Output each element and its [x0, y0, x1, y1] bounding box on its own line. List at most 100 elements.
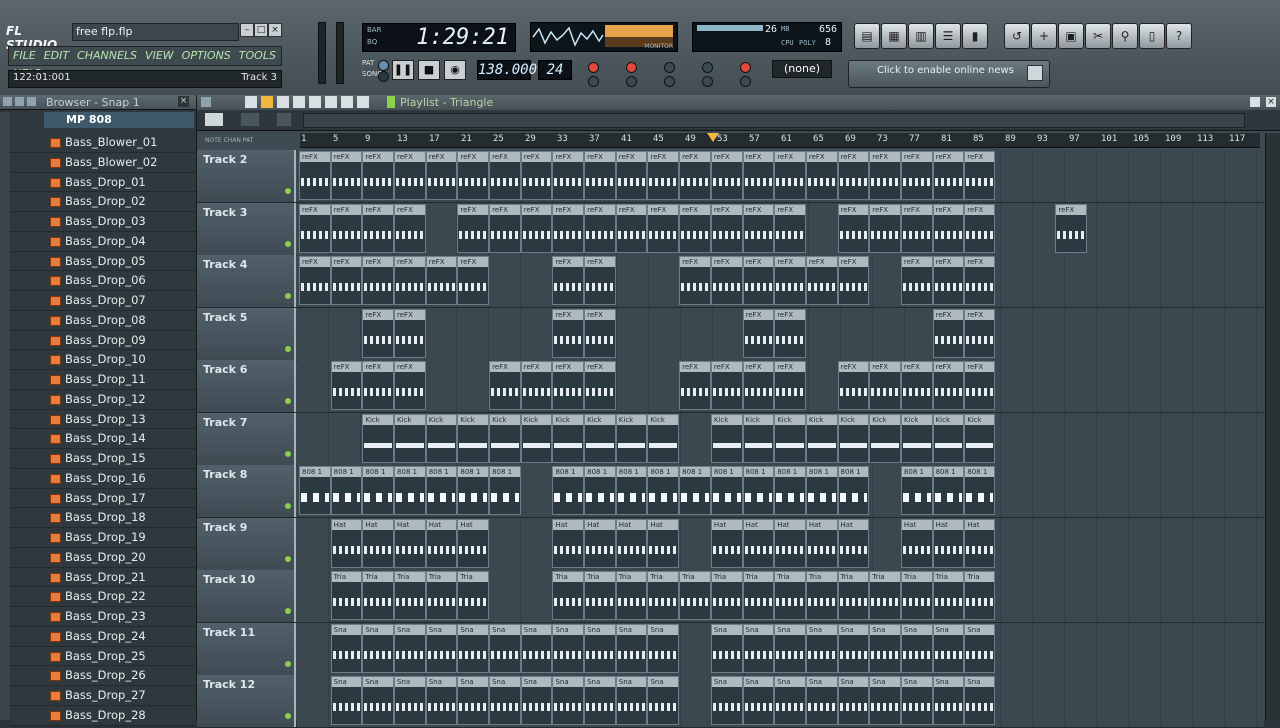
pattern-clip[interactable]: reFX	[584, 151, 616, 200]
playlist-maximize-icon[interactable]	[1250, 97, 1260, 107]
pattern-clip[interactable]: Hat	[742, 518, 775, 568]
pattern-clip[interactable]: 808 1	[615, 466, 648, 515]
browser-file-item[interactable]: Bass_Drop_19	[10, 528, 196, 548]
browser-file-item[interactable]: Bass_Drop_15	[10, 449, 196, 469]
pattern-clip[interactable]: reFX	[774, 256, 806, 305]
master-pitch-slider[interactable]	[336, 22, 344, 84]
pattern-clip[interactable]: Sna	[742, 676, 775, 725]
pattern-clip[interactable]: Sna	[900, 623, 933, 673]
pattern-clip[interactable]: reFX	[362, 256, 395, 305]
pattern-clip[interactable]: reFX	[837, 203, 870, 253]
pattern-clip[interactable]: 808 1	[584, 466, 616, 515]
track-lane[interactable]: Kick Kick Kick Kick Kick Kick Kick Kick Kick Kick…	[297, 412, 1264, 465]
pattern-clip[interactable]: Sna	[710, 676, 743, 725]
pattern-clip[interactable]: reFX	[932, 308, 965, 358]
track-header[interactable]: Track 8	[197, 465, 296, 517]
pattern-clip[interactable]: Tria	[425, 571, 458, 620]
folder-mp808[interactable]: MP 808	[44, 112, 194, 128]
pattern-clip[interactable]: Tria	[869, 571, 901, 620]
pattern-clip[interactable]: Hat	[710, 518, 743, 568]
slice-tool-icon[interactable]	[309, 96, 321, 108]
select-tool-icon[interactable]	[325, 96, 337, 108]
browser-file-item[interactable]: Bass_Drop_01	[10, 172, 196, 193]
pattern-clip[interactable]: reFX	[584, 308, 616, 358]
pattern-clip[interactable]: reFX	[425, 151, 458, 200]
track-lane[interactable]: 808 1 808 1 808 1 808 1 808 1 808 1 808 1 808 1…	[297, 465, 1264, 517]
menu-options[interactable]: OPTIONS	[182, 47, 231, 65]
pattern-clip[interactable]: Sna	[837, 623, 870, 673]
pattern-clip[interactable]: Sna	[837, 676, 870, 725]
pattern-clip[interactable]: Sna	[362, 623, 395, 673]
step-sequencer-icon[interactable]: ▦	[881, 23, 907, 49]
pattern-clip[interactable]: 808 1	[330, 466, 363, 515]
track-mute-led[interactable]	[285, 450, 291, 457]
pattern-clip[interactable]: Kick	[489, 413, 521, 463]
browser-file-item[interactable]: Bass_Drop_03	[10, 212, 196, 232]
help-icon[interactable]: ?	[1166, 23, 1192, 49]
pattern-clip[interactable]: reFX	[869, 203, 901, 253]
horizontal-scrollbar[interactable]	[303, 113, 1245, 128]
menu-file[interactable]: FILE	[13, 47, 36, 65]
document-icon[interactable]: ▯	[1139, 23, 1165, 49]
automation-icon[interactable]	[241, 113, 259, 126]
pattern-clip[interactable]: Tria	[964, 571, 995, 620]
pattern-clip[interactable]: Hat	[584, 518, 616, 568]
search-icon[interactable]: ⚲	[1112, 23, 1138, 49]
pattern-clip[interactable]: Hat	[615, 518, 648, 568]
track-mute-led[interactable]	[285, 660, 291, 667]
pattern-number[interactable]: 24	[538, 60, 572, 80]
browser-title[interactable]: Browser - Snap 1	[46, 96, 140, 109]
pattern-clip[interactable]: Kick	[425, 413, 458, 463]
pattern-clip[interactable]: Tria	[805, 571, 838, 620]
pattern-clip[interactable]: reFX	[362, 308, 395, 358]
pattern-clip[interactable]: reFX	[710, 361, 743, 410]
pattern-clip[interactable]: Sna	[774, 676, 806, 725]
pattern-clip[interactable]: Sna	[615, 623, 648, 673]
pattern-clip[interactable]: reFX	[552, 308, 585, 358]
pattern-clip[interactable]: 808 1	[679, 466, 711, 515]
pattern-clip[interactable]: reFX	[742, 308, 775, 358]
browser-close-icon[interactable]: ×	[178, 96, 189, 107]
pattern-clip[interactable]: Sna	[900, 676, 933, 725]
vertical-scrollbar[interactable]	[1265, 133, 1280, 720]
pattern-clip[interactable]: reFX	[774, 203, 806, 253]
pattern-clip[interactable]: Sna	[742, 623, 775, 673]
mute-tool-icon[interactable]	[293, 96, 305, 108]
pattern-clip[interactable]: Sna	[489, 676, 521, 725]
pattern-clip[interactable]: Sna	[805, 676, 838, 725]
paint-tool-icon[interactable]	[261, 96, 273, 108]
pattern-clip[interactable]: Hat	[964, 518, 995, 568]
browser-back-icon[interactable]	[27, 97, 36, 106]
pattern-clip[interactable]: Kick	[362, 413, 395, 463]
browser-file-item[interactable]: Bass_Drop_06	[10, 271, 196, 291]
pattern-clip[interactable]: Sna	[869, 623, 901, 673]
browser-icon[interactable]: ☰	[935, 23, 961, 49]
stop-button[interactable]: ■	[418, 60, 440, 80]
pattern-clip[interactable]: Tria	[457, 571, 490, 620]
pattern-clip[interactable]: reFX	[394, 203, 426, 253]
song-mode-radio[interactable]	[378, 71, 389, 82]
pattern-clip[interactable]: Tria	[647, 571, 680, 620]
draw-tool-icon[interactable]	[245, 96, 257, 108]
pattern-clip[interactable]: reFX	[489, 151, 521, 200]
fl-studio-logo[interactable]: FL STUDIO	[6, 24, 72, 52]
play-button[interactable]: ❚❚	[392, 60, 414, 80]
playback-tool-icon[interactable]	[357, 96, 369, 108]
pattern-clip[interactable]: reFX	[330, 361, 363, 410]
pattern-clip[interactable]: Kick	[900, 413, 933, 463]
pattern-clip[interactable]: reFX	[932, 256, 965, 305]
browser-file-item[interactable]: Bass_Drop_08	[10, 310, 196, 331]
pattern-clip[interactable]: reFX	[742, 203, 775, 253]
pattern-clip[interactable]: reFX	[900, 203, 933, 253]
browser-file-item[interactable]: Bass_Blower_02	[10, 152, 196, 173]
pattern-clip[interactable]: reFX	[837, 256, 870, 305]
pattern-clip[interactable]: Sna	[552, 676, 585, 725]
browser-file-item[interactable]: Bass_Drop_10	[10, 350, 196, 370]
pattern-clip[interactable]: reFX	[489, 361, 521, 410]
pattern-clip[interactable]: reFX	[964, 151, 995, 200]
delete-tool-icon[interactable]	[277, 96, 289, 108]
audio-clip-icon[interactable]	[277, 113, 291, 126]
pattern-clip[interactable]: reFX	[837, 361, 870, 410]
pattern-clip[interactable]: Hat	[900, 518, 933, 568]
pattern-clip[interactable]: reFX	[837, 151, 870, 200]
